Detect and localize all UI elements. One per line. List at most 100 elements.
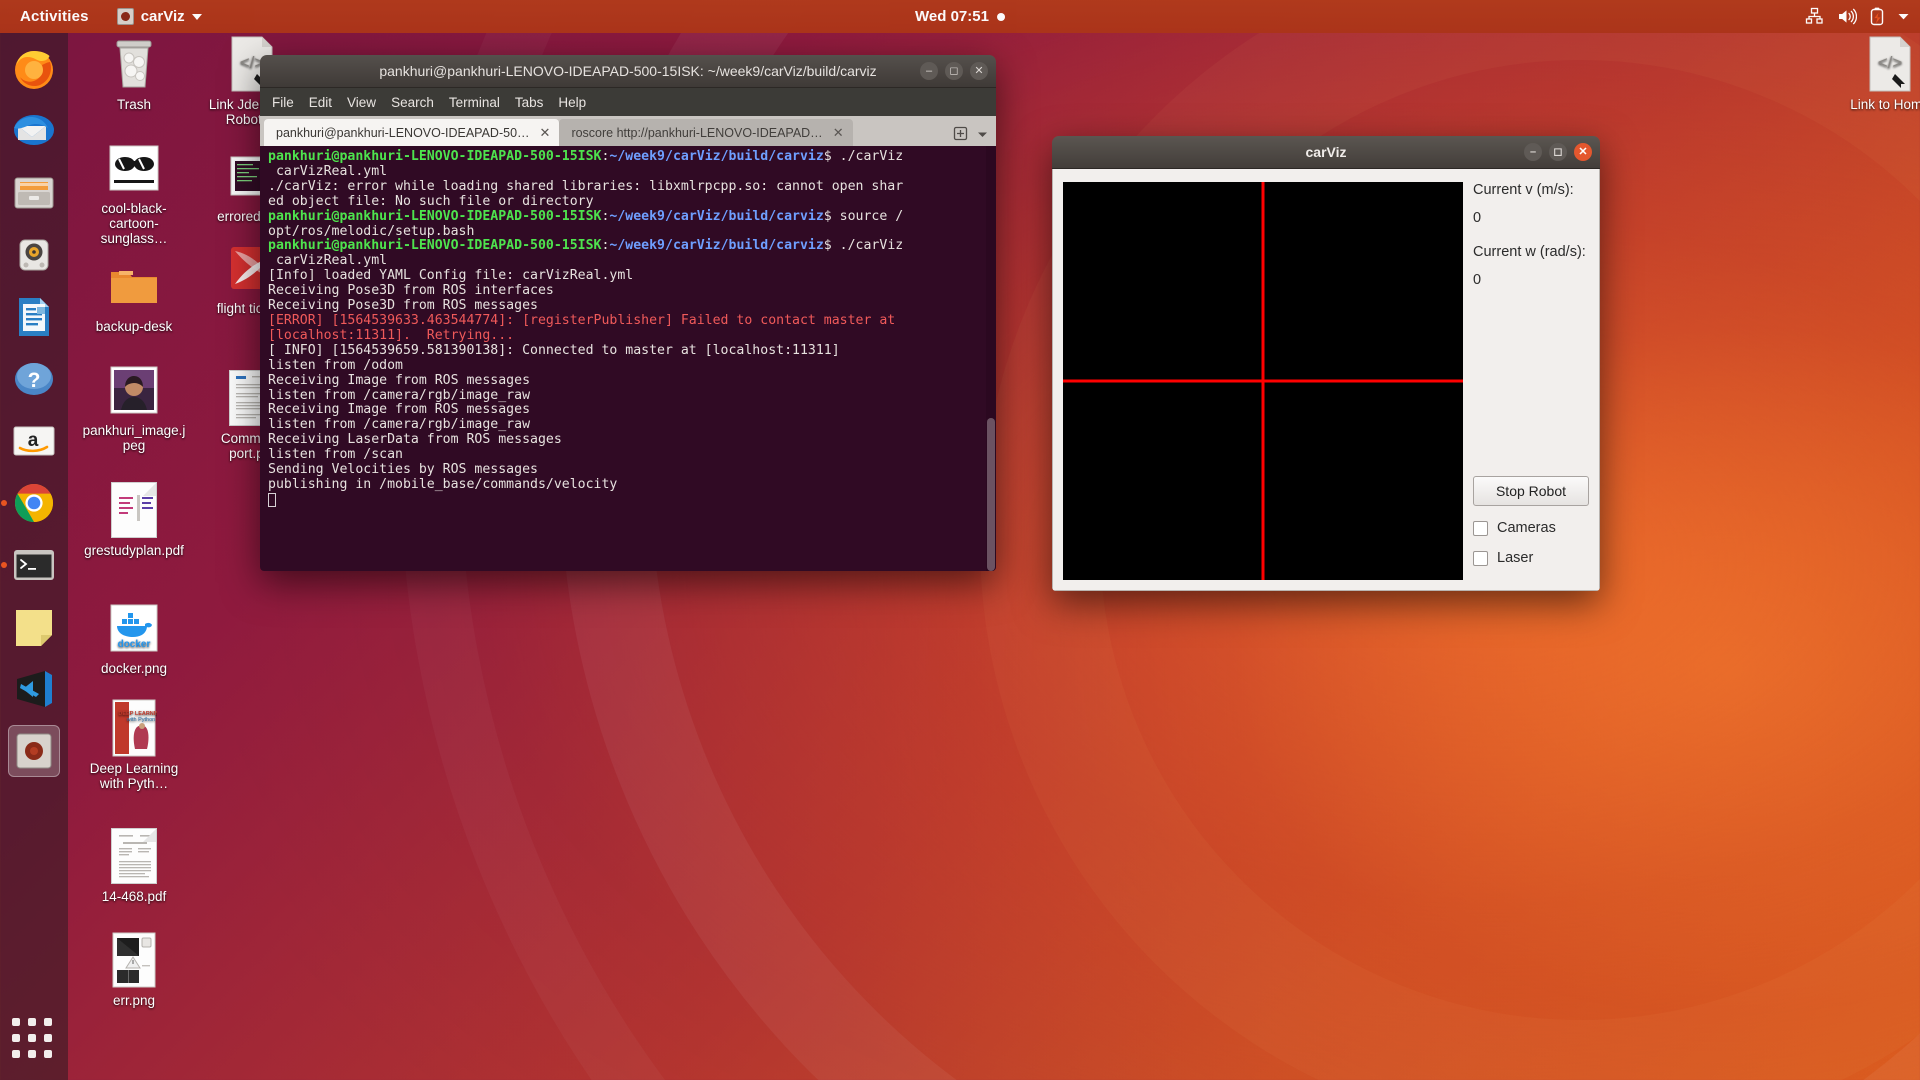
clock-label: Wed 07:51 bbox=[915, 8, 989, 25]
terminal-line: Receiving LaserData from ROS messages bbox=[268, 432, 562, 448]
terminal-line: ed object file: No such file or director… bbox=[268, 193, 594, 209]
pdf-file-icon: DEEP LEARNING with Python bbox=[106, 699, 162, 757]
close-icon[interactable]: ✕ bbox=[540, 125, 551, 141]
carviz-title-bar[interactable]: carViz – ◻ ✕ bbox=[1052, 136, 1600, 169]
desktop-icon-cool-black-cartoon-sunglass[interactable]: cool-black-cartoon-sunglass… bbox=[82, 140, 186, 246]
dock-item-terminal[interactable] bbox=[8, 539, 60, 591]
firefox-icon bbox=[15, 51, 53, 89]
desktop-icon-deep-learning-with-python[interactable]: DEEP LEARNING with Python Deep Learning … bbox=[82, 699, 186, 791]
menu-item-search[interactable]: Search bbox=[391, 95, 434, 110]
new-tab-icon[interactable] bbox=[953, 126, 968, 146]
svg-text:a: a bbox=[28, 430, 39, 451]
minimize-icon[interactable]: – bbox=[1524, 143, 1542, 161]
maximize-icon[interactable]: ◻ bbox=[1549, 143, 1567, 161]
terminal-line: listen from /camera/rgb/image_raw bbox=[268, 387, 531, 403]
terminal-scrollbar[interactable] bbox=[986, 146, 996, 571]
terminal-tab-1[interactable]: roscore http://pankhuri-LENOVO-IDEAPAD… … bbox=[559, 119, 853, 146]
terminal-line: Receiving Image from ROS messages bbox=[268, 402, 531, 418]
pdf-file-icon bbox=[106, 828, 162, 884]
desktop-icon-14-468-pdf[interactable]: 14-468.pdf bbox=[82, 828, 186, 904]
terminal-window-buttons[interactable]: – ◻ ✕ bbox=[920, 62, 988, 80]
terminal-command: $ ./carViz bbox=[823, 149, 904, 164]
current-w-label: Current w (rad/s): bbox=[1473, 244, 1586, 260]
dock-item-carviz[interactable] bbox=[8, 725, 60, 777]
dock-item-help[interactable]: ? bbox=[8, 353, 60, 405]
stop-robot-button[interactable]: Stop Robot bbox=[1473, 476, 1589, 506]
desktop-icon-grestudyplan[interactable]: grestudyplan.pdf bbox=[82, 482, 186, 558]
desktop-icon-link-to-home[interactable]: </> Link to Home bbox=[1838, 36, 1920, 112]
cameras-checkbox[interactable] bbox=[1473, 520, 1488, 536]
svg-text:docker: docker bbox=[118, 639, 151, 650]
menu-item-edit[interactable]: Edit bbox=[309, 95, 332, 110]
terminal-line: [ERROR] [1564539633.463544774]: [registe… bbox=[268, 312, 896, 328]
tab-list-chevron-icon[interactable] bbox=[977, 127, 988, 145]
camera-viewport[interactable] bbox=[1063, 182, 1463, 580]
terminal-window[interactable]: pankhuri@pankhuri-LENOVO-IDEAPAD-500-15I… bbox=[260, 55, 996, 571]
carviz-window[interactable]: carViz – ◻ ✕ Current v (m/s): 0 Current … bbox=[1052, 136, 1600, 591]
desktop-icon-label: Deep Learning with Pyth… bbox=[89, 761, 179, 791]
terminal-icon bbox=[14, 550, 54, 580]
carviz-app-icon bbox=[16, 733, 52, 769]
menu-item-file[interactable]: File bbox=[272, 95, 294, 110]
desktop-icon-err-png[interactable]: err.png bbox=[82, 932, 186, 1008]
battery-charging-icon[interactable] bbox=[1870, 7, 1884, 26]
terminal-menu-bar[interactable]: File Edit View Search Terminal Tabs Help bbox=[260, 88, 996, 116]
close-icon[interactable]: ✕ bbox=[970, 62, 988, 80]
dock-item-rhythmbox[interactable] bbox=[8, 229, 60, 281]
terminal-prompt-path: ~/week9/carViz/build/carviz bbox=[609, 238, 824, 254]
terminal-line: Sending Velocities by ROS messages bbox=[268, 462, 538, 478]
volume-icon[interactable] bbox=[1837, 7, 1857, 26]
carviz-window-buttons[interactable]: – ◻ ✕ bbox=[1524, 143, 1592, 161]
desktop-icon-label: Trash bbox=[116, 97, 151, 112]
dock-item-files[interactable] bbox=[8, 167, 60, 219]
minimize-icon[interactable]: – bbox=[920, 62, 938, 80]
notification-dot-icon bbox=[996, 12, 1005, 21]
svg-text:with Python: with Python bbox=[126, 717, 155, 723]
cameras-checkbox-row[interactable]: Cameras bbox=[1473, 520, 1589, 536]
terminal-command: $ ./carViz bbox=[823, 238, 904, 254]
terminal-title-bar[interactable]: pankhuri@pankhuri-LENOVO-IDEAPAD-500-15I… bbox=[260, 55, 996, 88]
current-v-label: Current v (m/s): bbox=[1473, 182, 1574, 198]
menu-item-help[interactable]: Help bbox=[558, 95, 586, 110]
close-icon[interactable]: ✕ bbox=[833, 125, 844, 141]
terminal-output[interactable]: pankhuri@pankhuri-LENOVO-IDEAPAD-500-15I… bbox=[260, 146, 996, 571]
desktop-icon-pankhuri-image[interactable]: pankhuri_image.jpeg bbox=[82, 362, 186, 453]
menu-item-terminal[interactable]: Terminal bbox=[449, 95, 500, 110]
laser-checkbox-row[interactable]: Laser bbox=[1473, 550, 1589, 566]
crosshair-horizontal-line bbox=[1063, 379, 1463, 383]
dock-item-firefox[interactable] bbox=[8, 43, 60, 95]
close-icon[interactable]: ✕ bbox=[1574, 143, 1592, 161]
activities-button[interactable]: Activities bbox=[12, 5, 97, 28]
desktop-icon-label: 14-468.pdf bbox=[101, 889, 167, 904]
desktop-icon-backup-desk[interactable]: backup-desk bbox=[82, 258, 186, 334]
dock-item-vscode[interactable] bbox=[8, 663, 60, 715]
menu-item-view[interactable]: View bbox=[347, 95, 376, 110]
dock-item-sticky-notes[interactable] bbox=[8, 601, 60, 653]
files-cabinet-icon bbox=[14, 177, 54, 209]
desktop-icon-docker[interactable]: docker docker.png bbox=[82, 600, 186, 676]
dock-item-google-chrome[interactable] bbox=[8, 477, 60, 529]
top-bar: Activities carViz Wed 07:51 bbox=[0, 0, 1920, 33]
clock-button[interactable]: Wed 07:51 bbox=[915, 8, 1005, 25]
show-applications-button[interactable] bbox=[12, 1018, 56, 1062]
dock-item-thunderbird[interactable] bbox=[8, 105, 60, 157]
terminal-tab-bar[interactable]: pankhuri@pankhuri-LENOVO-IDEAPAD-50… ✕ r… bbox=[260, 116, 996, 146]
terminal-line: [Info] loaded YAML Config file: carVizRe… bbox=[268, 268, 634, 284]
amazon-icon: a bbox=[13, 426, 55, 456]
terminal-tab-0[interactable]: pankhuri@pankhuri-LENOVO-IDEAPAD-50… ✕ bbox=[264, 119, 560, 146]
tab-label: roscore http://pankhuri-LENOVO-IDEAPAD… bbox=[571, 125, 823, 140]
dock-item-amazon[interactable]: a bbox=[8, 415, 60, 467]
network-icon[interactable] bbox=[1805, 7, 1824, 26]
menu-item-tabs[interactable]: Tabs bbox=[515, 95, 544, 110]
system-menu-chevron-icon[interactable] bbox=[1897, 10, 1910, 23]
terminal-line: pankhuri@pankhuri-LENOVO-IDEAPAD-500-15I… bbox=[268, 149, 990, 165]
app-menu-button[interactable]: carViz bbox=[111, 5, 208, 28]
terminal-line: pankhuri@pankhuri-LENOVO-IDEAPAD-500-15I… bbox=[268, 209, 990, 225]
dock-item-libreoffice-writer[interactable] bbox=[8, 291, 60, 343]
current-v-value: 0 bbox=[1473, 210, 1482, 226]
system-tray[interactable] bbox=[1805, 7, 1910, 26]
desktop-icon-trash[interactable]: Trash bbox=[82, 36, 186, 112]
laser-checkbox[interactable] bbox=[1473, 550, 1488, 566]
maximize-icon[interactable]: ◻ bbox=[945, 62, 963, 80]
carviz-side-panel: Current v (m/s): 0 Current w (rad/s): 0 … bbox=[1473, 182, 1589, 580]
